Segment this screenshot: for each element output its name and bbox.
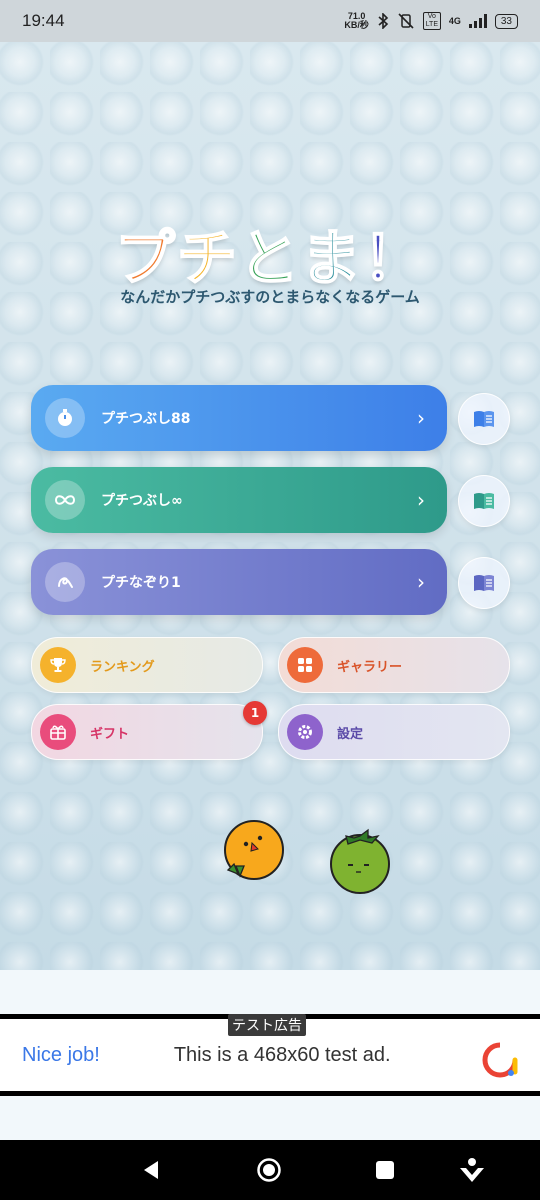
mode-button-trace[interactable]: プチなぞり1 › [31, 549, 447, 615]
orange-mascot[interactable] [218, 816, 290, 886]
home-icon[interactable] [256, 1157, 282, 1183]
trophy-icon [40, 647, 76, 683]
settings-label: 設定 [337, 726, 364, 742]
mode-label: プチなぞり1 [101, 575, 181, 591]
gallery-button[interactable]: ギャラリー [278, 637, 510, 693]
book-icon [474, 411, 494, 427]
book-icon [474, 493, 494, 509]
signal-icon [468, 14, 487, 28]
volte-icon: Vo LTE [422, 12, 441, 30]
logo-char-4: ま [300, 223, 363, 295]
chevron-right-icon: › [417, 570, 425, 594]
network-type: 4G [448, 16, 461, 26]
tagline: なんだかプチつぶすのとまらなくなるゲーム [120, 288, 420, 306]
mode-label: プチつぶし∞ [101, 493, 183, 509]
chevron-right-icon: › [417, 488, 425, 512]
ranking-label: ランキング [90, 659, 155, 675]
gift-notification-badge: 1 [243, 701, 267, 725]
ranking-button[interactable]: ランキング [31, 637, 263, 693]
trace-icon [45, 562, 85, 602]
grid-icon [287, 647, 323, 683]
game-logo: プチとま！ [0, 210, 540, 297]
mode-button-infinity[interactable]: プチつぶし∞ › [31, 467, 447, 533]
book-icon-button[interactable] [458, 393, 510, 445]
test-ad-label: テスト広告 [228, 1014, 306, 1036]
status-icons: 71.0 KB/秒 Vo LTE 4G 33 [344, 12, 518, 30]
logo-char-5: ！ [362, 223, 425, 295]
book-icon-button[interactable] [458, 475, 510, 527]
status-time: 19:44 [22, 11, 65, 30]
stopwatch-icon [45, 398, 85, 438]
gear-icon [287, 714, 323, 750]
assistant-icon[interactable] [458, 1156, 486, 1184]
gift-button[interactable]: ギフト [31, 704, 263, 760]
recents-icon[interactable] [375, 1160, 395, 1180]
game-area: プチとま！ なんだかプチつぶすのとまらなくなるゲーム プチつぶし88 › プチつ… [0, 42, 540, 970]
network-speed: 71.0 KB/秒 [344, 11, 369, 30]
book-icon-button[interactable] [458, 557, 510, 609]
navigation-bar [0, 1140, 540, 1200]
gift-icon [40, 714, 76, 750]
ad-text[interactable]: This is a 468x60 test ad. [174, 1044, 391, 1067]
mode-label: プチつぶし88 [101, 411, 191, 427]
ad-title[interactable]: Nice job! [22, 1044, 100, 1067]
gift-label: ギフト [90, 726, 130, 742]
green-tomato-mascot[interactable] [324, 824, 396, 896]
back-icon[interactable] [140, 1159, 162, 1181]
battery-icon: 33 [494, 13, 518, 29]
bluetooth-icon [378, 13, 389, 29]
status-bar: 19:44 71.0 KB/秒 Vo LTE 4G 33 [0, 0, 540, 42]
gallery-label: ギャラリー [337, 659, 403, 675]
logo-char-2: チ [176, 223, 239, 295]
ad-choices-icon[interactable] [482, 1042, 518, 1078]
mode-button-88[interactable]: プチつぶし88 › [31, 385, 447, 451]
chevron-right-icon: › [417, 406, 425, 430]
book-icon [474, 575, 494, 591]
logo-char-1: プ [114, 223, 177, 295]
settings-button[interactable]: 設定 [278, 704, 510, 760]
infinity-icon [45, 480, 85, 520]
vibrate-off-icon [398, 13, 414, 29]
logo-char-3: と [238, 223, 301, 295]
